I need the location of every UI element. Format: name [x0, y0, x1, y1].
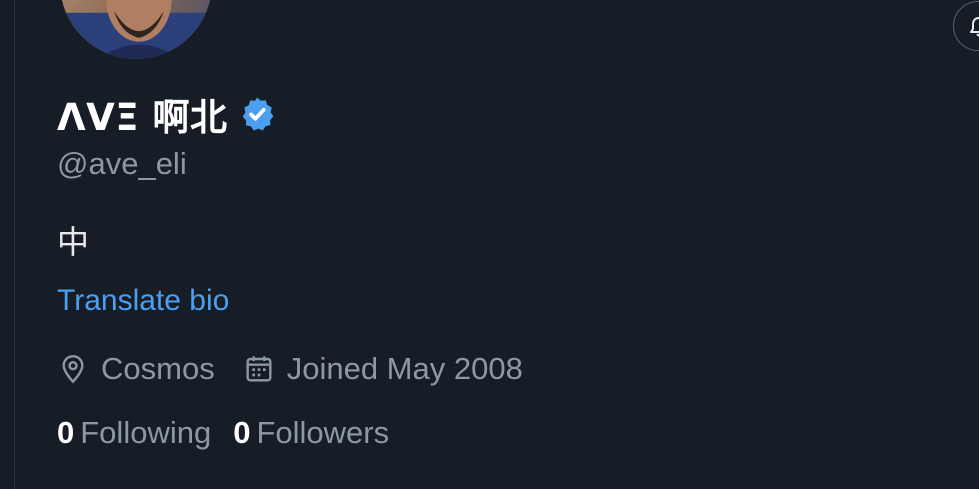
translate-bio-link[interactable]: Translate bio — [57, 284, 229, 318]
display-name: ΛVΞ 啊北 — [57, 96, 228, 139]
joined-text: Joined May 2008 — [286, 351, 523, 386]
followers-count: 0 — [233, 415, 251, 450]
profile-meta: Cosmos Joined May 2008 — [57, 348, 523, 390]
joined-item: Joined May 2008 — [243, 351, 523, 387]
followers-label: Followers — [256, 415, 390, 450]
verified-badge-icon[interactable] — [238, 95, 276, 133]
calendar-icon — [246, 356, 272, 382]
bell-icon — [970, 17, 979, 37]
avatar[interactable] — [57, 0, 215, 62]
following-label: Following — [80, 415, 212, 450]
map-pin-icon — [62, 355, 84, 384]
following-link[interactable]: 0 Following — [57, 415, 211, 451]
profile-handle: @ave_eli — [57, 146, 187, 181]
avatar-photo — [60, 0, 212, 59]
following-count: 0 — [57, 415, 75, 450]
name-row: ΛVΞ 啊北 — [57, 88, 276, 140]
profile-header: ΛVΞ 啊北 @ave_eli 中 Translate bio Cosmos J… — [0, 0, 979, 489]
profile-bio: 中 — [57, 223, 90, 261]
location-item: Cosmos — [57, 351, 215, 387]
notification-bell-button[interactable] — [953, 1, 979, 51]
followers-link[interactable]: 0 Followers — [233, 415, 389, 451]
follow-stats: 0 Following 0 Followers — [57, 412, 389, 454]
location-text: Cosmos — [101, 351, 215, 386]
column-divider — [14, 0, 15, 489]
